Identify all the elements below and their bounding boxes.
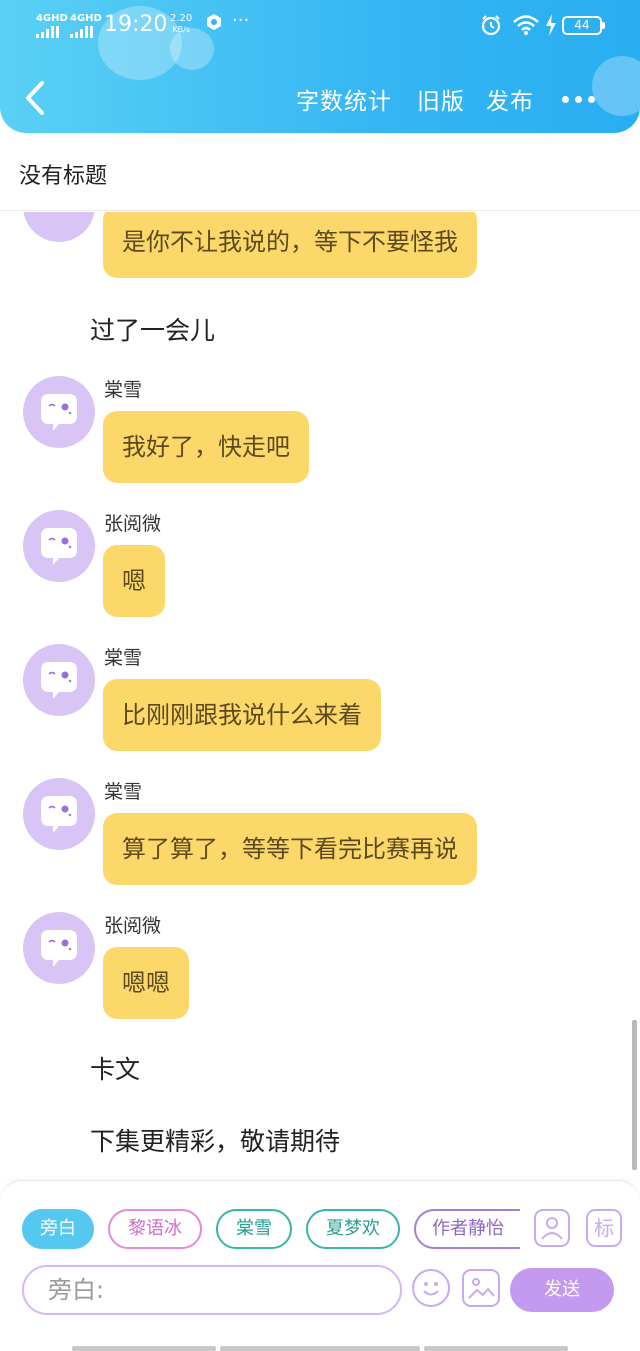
signal-indicator: 4GHD [70,14,102,38]
chat-face-icon [41,796,77,833]
character-avatar[interactable] [23,644,95,716]
speed-unit: KB/s [172,25,190,34]
network-speed: 2.20 KB/s [170,13,192,35]
alarm-icon [480,14,502,40]
character-name: 棠雪 [104,647,143,669]
chat-face-icon [41,930,77,967]
charging-icon [545,13,557,41]
character-name: 棠雪 [104,379,143,401]
message-input[interactable] [48,1267,388,1313]
character-chip-xia-menghuan[interactable]: 夏梦欢 [306,1209,400,1249]
clock: 19:20 [104,12,168,37]
scrollbar[interactable] [632,1020,637,1170]
emoji-button[interactable] [412,1269,450,1307]
word-count-button[interactable]: 字数统计 [296,82,392,116]
narration-text[interactable]: 下集更精彩，敬请期待 [90,1122,340,1158]
chat-bubble[interactable]: 比刚刚跟我说什么来着 [103,679,381,751]
nav-gesture-bar [424,1346,568,1351]
character-name: 张阅微 [104,915,162,937]
add-character-button[interactable] [534,1209,570,1247]
composer-panel: 旁白 黎语冰 棠雪 夏梦欢 作者静怡 标 发送 [0,1180,640,1351]
character-chip-li-yubing[interactable]: 黎语冰 [108,1209,202,1249]
character-chip-author[interactable]: 作者静怡 [414,1209,520,1249]
chevron-left-icon [26,81,44,115]
signal-bars-icon [70,26,102,38]
battery-indicator: 44 [562,16,605,35]
chat-story-content[interactable]: 是你不让我说的，等下不要怪我 过了一会儿 棠雪 我好了，快走吧 张阅微 嗯 棠雪… [0,212,640,1180]
chat-face-icon [41,394,77,431]
character-name: 张阅微 [104,513,162,535]
status-bar: 4GHD 4GHD 19:20 2.20 KB/s ··· 44 [0,8,640,44]
chat-bubble[interactable]: 嗯 [103,545,165,617]
speed-value: 2.20 [170,13,193,24]
wifi-icon [512,14,540,40]
old-version-button[interactable]: 旧版 [417,82,465,116]
more-options-icon[interactable] [562,96,595,103]
tag-button[interactable]: 标 [586,1209,622,1247]
emoji-icon [423,1282,439,1296]
app-header: 4GHD 4GHD 19:20 2.20 KB/s ··· 44 字数统计 旧版 [0,0,640,133]
person-icon [541,1217,563,1240]
character-name: 棠雪 [104,781,143,803]
story-title[interactable]: 没有标题 [19,158,107,190]
publish-button[interactable]: 发布 [486,82,534,116]
image-icon [468,1278,495,1299]
chat-face-icon [41,662,77,699]
chat-bubble[interactable]: 是你不让我说的，等下不要怪我 [103,212,477,278]
character-avatar[interactable] [23,778,95,850]
character-avatar[interactable] [23,912,95,984]
character-chip-tang-xue[interactable]: 棠雪 [216,1209,292,1249]
network-label: 4GHD [36,13,68,24]
story-title-bar[interactable]: 没有标题 [0,133,640,211]
app-notification-icon [204,12,224,37]
nav-gesture-bar [72,1346,216,1351]
network-label: 4GHD [70,13,102,24]
narration-text[interactable]: 卡文 [90,1050,140,1086]
image-button[interactable] [462,1269,500,1307]
character-chip-narrator[interactable]: 旁白 [22,1209,94,1249]
chat-face-icon [41,528,77,565]
chat-bubble[interactable]: 我好了，快走吧 [103,411,309,483]
character-avatar[interactable] [23,212,95,242]
back-button[interactable] [22,80,48,116]
message-input-wrapper[interactable] [22,1265,402,1315]
more-notifications: ··· [232,10,250,31]
signal-bars-icon [36,26,68,38]
narration-text[interactable]: 过了一会儿 [90,311,215,347]
nav-gesture-bar [220,1346,420,1351]
character-avatar[interactable] [23,510,95,582]
signal-indicator: 4GHD [36,14,68,38]
chat-bubble[interactable]: 算了算了，等等下看完比赛再说 [103,813,477,885]
send-button[interactable]: 发送 [510,1268,614,1312]
character-avatar[interactable] [23,376,95,448]
decorative-bubble [592,56,640,116]
chat-bubble[interactable]: 嗯嗯 [103,947,189,1019]
